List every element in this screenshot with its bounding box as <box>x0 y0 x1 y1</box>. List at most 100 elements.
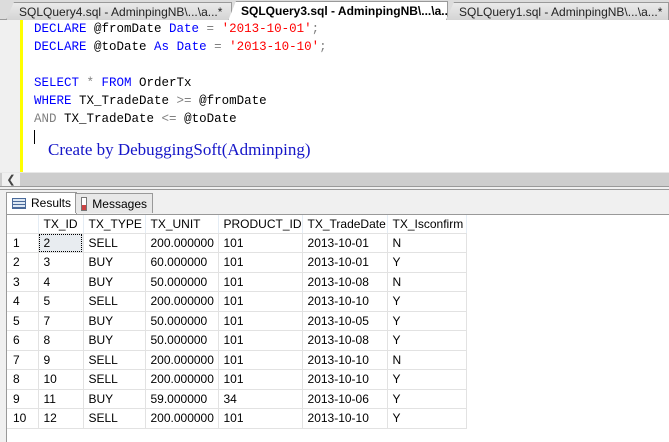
table-row[interactable]: 1 2 SELL 200.000000 101 2013-10-01 N <box>7 233 467 253</box>
cell-tx-type[interactable]: SELL <box>83 291 146 312</box>
column-header[interactable]: TX_ID <box>38 215 84 234</box>
cell-tx-type[interactable]: SELL <box>83 408 146 429</box>
cell-tx-id[interactable]: 9 <box>38 350 84 370</box>
keyword: Date <box>169 22 200 36</box>
cell-tx-isconfirm[interactable]: N <box>387 350 467 370</box>
cell-product-id[interactable]: 34 <box>218 389 303 409</box>
cell-tx-tradedate[interactable]: 2013-10-01 <box>302 233 388 253</box>
table-row[interactable]: 7 9 SELL 200.000000 101 2013-10-10 N <box>7 350 467 370</box>
column-header[interactable]: PRODUCT_ID <box>218 215 303 234</box>
cell-tx-isconfirm[interactable]: Y <box>387 311 467 331</box>
row-number[interactable]: 7 <box>7 350 39 370</box>
cell-tx-id[interactable]: 12 <box>38 408 84 429</box>
cell-tx-tradedate[interactable]: 2013-10-08 <box>302 330 388 351</box>
column-header[interactable]: TX_UNIT <box>145 215 219 234</box>
column-header[interactable]: TX_TradeDate <box>302 215 388 234</box>
cell-tx-unit[interactable]: 50.000000 <box>145 272 219 292</box>
cell-tx-id[interactable]: 11 <box>38 389 84 409</box>
query-editor[interactable]: DECLARE @fromDate Date = '2013-10-01'; DE… <box>0 20 669 172</box>
table-row[interactable]: 2 3 BUY 60.000000 101 2013-10-01 Y <box>7 252 467 273</box>
cell-product-id[interactable]: 101 <box>218 330 303 351</box>
cell-tx-isconfirm[interactable]: N <box>387 233 467 253</box>
cell-product-id[interactable]: 101 <box>218 252 303 273</box>
table-row[interactable]: 6 8 BUY 50.000000 101 2013-10-08 Y <box>7 330 467 351</box>
tab-messages[interactable]: Messages <box>75 193 153 213</box>
cell-product-id[interactable]: 101 <box>218 291 303 312</box>
cell-tx-id[interactable]: 7 <box>38 311 84 331</box>
cell-tx-unit[interactable]: 50.000000 <box>145 330 219 351</box>
tab-sqlquery4[interactable]: SQLQuery4.sql - AdminpingNB\...\a...* <box>6 2 232 20</box>
cell-tx-isconfirm[interactable]: Y <box>387 408 467 429</box>
cell-tx-id[interactable]: 8 <box>38 330 84 351</box>
row-number[interactable]: 10 <box>7 408 39 429</box>
cell-tx-isconfirm[interactable]: Y <box>387 389 467 409</box>
tab-sqlquery3[interactable]: SQLQuery3.sql - AdminpingNB\...\a...* <box>228 1 448 21</box>
cell-tx-isconfirm[interactable]: Y <box>387 252 467 273</box>
cell-tx-id[interactable]: 2 <box>38 233 84 253</box>
tab-results[interactable]: Results <box>6 192 78 214</box>
cell-tx-unit[interactable]: 50.000000 <box>145 311 219 331</box>
tab-sqlquery1[interactable]: SQLQuery1.sql - AdminpingNB\...\a...* <box>446 2 669 20</box>
code-line-5: WHERE TX_TradeDate >= @fromDate <box>34 92 327 110</box>
table-row[interactable]: 3 4 BUY 50.000000 101 2013-10-08 N <box>7 272 467 292</box>
table-row[interactable]: 8 10 SELL 200.000000 101 2013-10-10 Y <box>7 369 467 390</box>
table-row[interactable]: 9 11 BUY 59.000000 34 2013-10-06 Y <box>7 389 467 409</box>
cell-tx-unit[interactable]: 200.000000 <box>145 233 219 253</box>
cell-product-id[interactable]: 101 <box>218 233 303 253</box>
cell-tx-type[interactable]: SELL <box>83 350 146 370</box>
cell-tx-tradedate[interactable]: 2013-10-05 <box>302 311 388 331</box>
cell-tx-tradedate[interactable]: 2013-10-10 <box>302 369 388 390</box>
cell-tx-type[interactable]: BUY <box>83 389 146 409</box>
results-grid[interactable]: TX_ID TX_TYPE TX_UNIT PRODUCT_ID TX_Trad… <box>6 214 669 442</box>
cell-tx-isconfirm[interactable]: Y <box>387 291 467 312</box>
splitter[interactable] <box>0 186 669 190</box>
row-number[interactable]: 1 <box>7 233 39 253</box>
row-number[interactable]: 2 <box>7 252 39 273</box>
cell-tx-isconfirm[interactable]: N <box>387 272 467 292</box>
messages-icon <box>81 197 88 211</box>
cell-tx-id[interactable]: 5 <box>38 291 84 312</box>
cell-tx-type[interactable]: BUY <box>83 330 146 351</box>
cell-product-id[interactable]: 101 <box>218 272 303 292</box>
table-row[interactable]: 5 7 BUY 50.000000 101 2013-10-05 Y <box>7 311 467 331</box>
cell-product-id[interactable]: 101 <box>218 311 303 331</box>
column-header[interactable]: TX_Isconfirm <box>387 215 467 234</box>
cell-tx-unit[interactable]: 200.000000 <box>145 369 219 390</box>
table-row[interactable]: 4 5 SELL 200.000000 101 2013-10-10 Y <box>7 291 467 312</box>
sql-code[interactable]: DECLARE @fromDate Date = '2013-10-01'; DE… <box>34 20 327 146</box>
cell-tx-type[interactable]: BUY <box>83 272 146 292</box>
cell-product-id[interactable]: 101 <box>218 369 303 390</box>
cell-tx-tradedate[interactable]: 2013-10-10 <box>302 350 388 370</box>
row-number[interactable]: 9 <box>7 389 39 409</box>
row-number[interactable]: 3 <box>7 272 39 292</box>
cell-tx-type[interactable]: SELL <box>83 233 146 253</box>
cell-tx-unit[interactable]: 200.000000 <box>145 291 219 312</box>
cell-tx-isconfirm[interactable]: Y <box>387 369 467 390</box>
row-number[interactable]: 8 <box>7 369 39 390</box>
row-number[interactable]: 4 <box>7 291 39 312</box>
row-number[interactable]: 6 <box>7 330 39 351</box>
cell-tx-tradedate[interactable]: 2013-10-01 <box>302 252 388 273</box>
cell-tx-type[interactable]: SELL <box>83 369 146 390</box>
cell-tx-tradedate[interactable]: 2013-10-08 <box>302 272 388 292</box>
horizontal-scrollbar[interactable]: ❮ <box>0 172 669 187</box>
cell-product-id[interactable]: 101 <box>218 408 303 429</box>
cell-tx-tradedate[interactable]: 2013-10-10 <box>302 408 388 429</box>
column-header[interactable]: TX_TYPE <box>83 215 146 234</box>
cell-tx-id[interactable]: 3 <box>38 252 84 273</box>
cell-tx-tradedate[interactable]: 2013-10-06 <box>302 389 388 409</box>
cell-tx-tradedate[interactable]: 2013-10-10 <box>302 291 388 312</box>
cell-product-id[interactable]: 101 <box>218 350 303 370</box>
cell-tx-isconfirm[interactable]: Y <box>387 330 467 351</box>
table-row[interactable]: 10 12 SELL 200.000000 101 2013-10-10 Y <box>7 408 467 429</box>
cell-tx-unit[interactable]: 200.000000 <box>145 350 219 370</box>
cell-tx-unit[interactable]: 60.000000 <box>145 252 219 273</box>
cell-tx-type[interactable]: BUY <box>83 311 146 331</box>
row-number[interactable]: 5 <box>7 311 39 331</box>
cell-tx-unit[interactable]: 59.000000 <box>145 389 219 409</box>
cell-tx-id[interactable]: 10 <box>38 369 84 390</box>
cell-tx-type[interactable]: BUY <box>83 252 146 273</box>
scroll-left-icon[interactable]: ❮ <box>2 173 20 187</box>
cell-tx-unit[interactable]: 200.000000 <box>145 408 219 429</box>
cell-tx-id[interactable]: 4 <box>38 272 84 292</box>
